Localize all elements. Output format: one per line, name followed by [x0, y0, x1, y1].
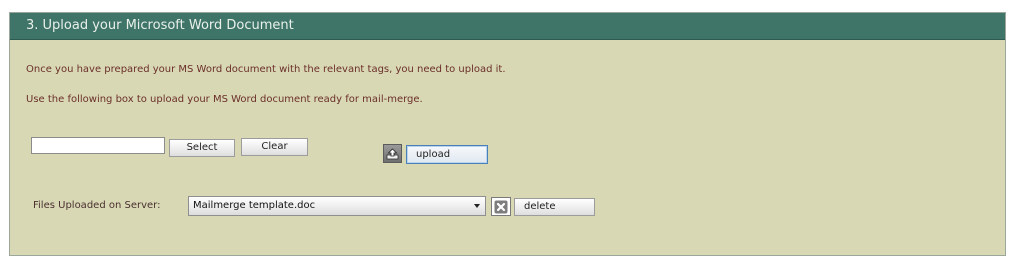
uploaded-files-select[interactable]: Mailmerge template.doc — [188, 196, 486, 216]
select-button[interactable]: Select — [169, 139, 235, 157]
clear-button[interactable]: Clear — [241, 138, 308, 156]
instruction-line-1: Once you have prepared your MS Word docu… — [26, 64, 506, 75]
file-path-input[interactable] — [31, 137, 165, 154]
upload-button[interactable]: upload — [406, 145, 488, 164]
chevron-down-icon — [474, 204, 480, 208]
upload-icon[interactable] — [383, 144, 402, 163]
upload-section-panel: 3. Upload your Microsoft Word Document O… — [9, 12, 1006, 256]
section-header: 3. Upload your Microsoft Word Document — [10, 13, 1005, 40]
selected-file-text: Mailmerge template.doc — [193, 200, 316, 211]
instruction-line-2: Use the following box to upload your MS … — [26, 94, 423, 105]
files-uploaded-label: Files Uploaded on Server: — [33, 200, 161, 211]
section-title: 3. Upload your Microsoft Word Document — [26, 18, 294, 33]
close-icon[interactable] — [491, 197, 511, 216]
delete-button[interactable]: delete — [514, 198, 595, 216]
